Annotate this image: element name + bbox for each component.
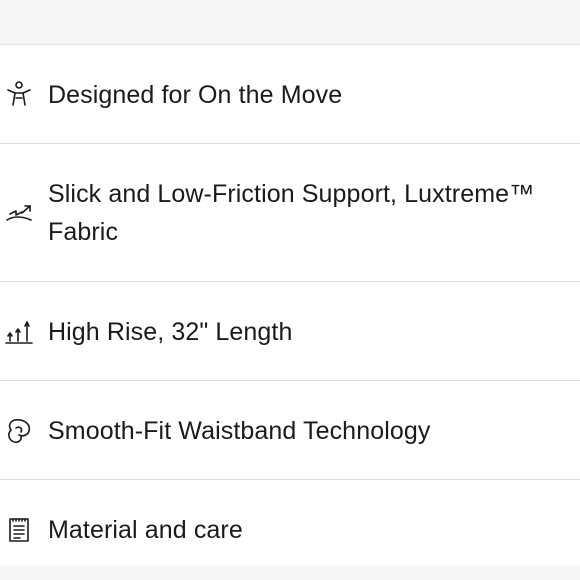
person-movement-icon bbox=[4, 79, 34, 109]
feature-label: High Rise, 32" Length bbox=[48, 318, 293, 346]
feature-row-waistband[interactable]: Smooth-Fit Waistband Technology bbox=[0, 381, 580, 480]
feature-label: Designed for On the Move bbox=[48, 81, 343, 109]
high-rise-length-icon bbox=[4, 317, 34, 347]
feature-row-on-the-move[interactable]: Designed for On the Move bbox=[0, 45, 580, 144]
low-friction-fabric-icon bbox=[4, 198, 34, 228]
feature-row-luxtreme-fabric[interactable]: Slick and Low-Friction Support, Luxtreme… bbox=[0, 144, 580, 282]
feature-label: Material and care bbox=[48, 516, 243, 544]
bottom-divider-band bbox=[0, 566, 580, 580]
feature-label: Slick and Low-Friction Support, Luxtreme… bbox=[48, 180, 535, 246]
top-divider-band bbox=[0, 0, 580, 45]
waistband-icon bbox=[4, 416, 34, 446]
feature-row-high-rise[interactable]: High Rise, 32" Length bbox=[0, 282, 580, 381]
feature-label: Smooth-Fit Waistband Technology bbox=[48, 417, 431, 445]
material-care-icon bbox=[4, 515, 34, 545]
product-features-panel: Designed for On the Move Slick and Low-F… bbox=[0, 0, 580, 580]
feature-row-material-care[interactable]: Material and care bbox=[0, 480, 580, 566]
